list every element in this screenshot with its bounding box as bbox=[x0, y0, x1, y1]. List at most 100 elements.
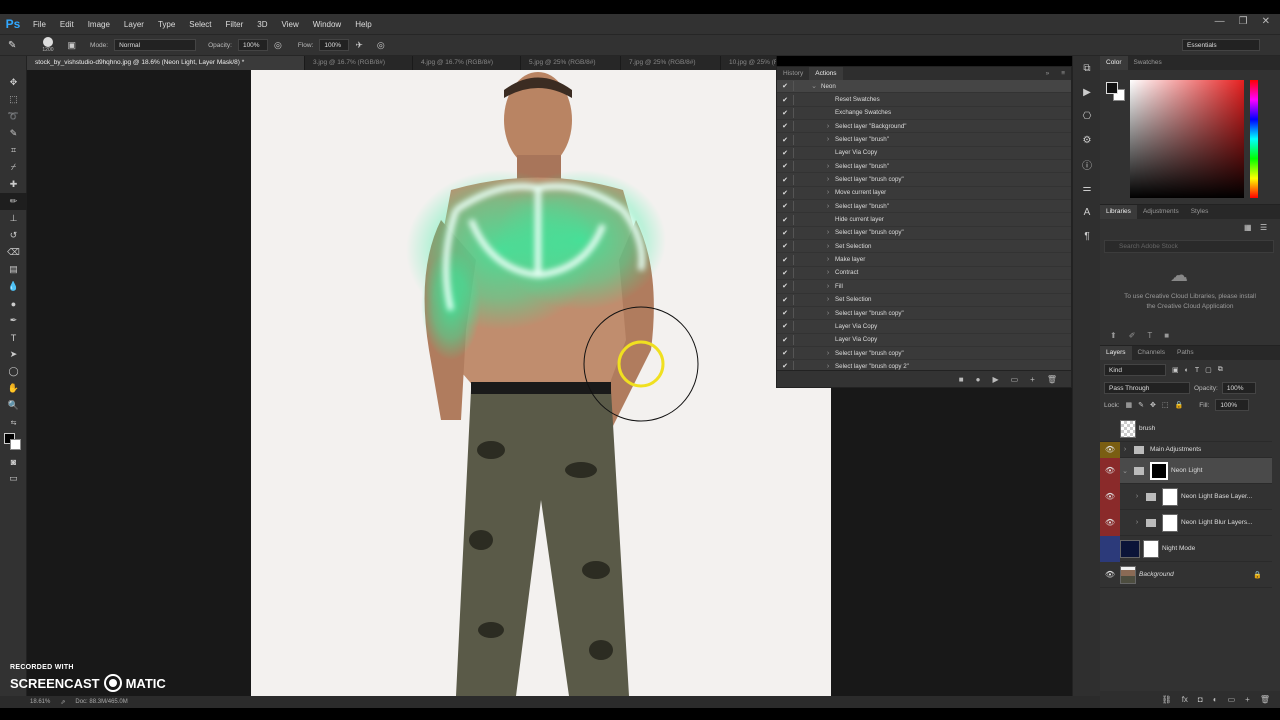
history-brush-tool-icon[interactable]: ↺ bbox=[0, 227, 27, 244]
tab-channels[interactable]: Channels bbox=[1132, 346, 1171, 360]
check-icon[interactable]: ✔ bbox=[777, 229, 793, 237]
tab-swatches[interactable]: Swatches bbox=[1128, 56, 1168, 70]
chevron-right-icon[interactable]: › bbox=[821, 229, 835, 236]
action-item[interactable]: ✔ › Set Selection bbox=[777, 240, 1071, 254]
chevron-down-icon[interactable]: ⌄ bbox=[807, 82, 821, 90]
add-content-icon[interactable]: ⬆ bbox=[1110, 331, 1117, 340]
visibility-off[interactable] bbox=[1100, 535, 1120, 562]
filter-type-icon[interactable]: T bbox=[1195, 367, 1199, 374]
layer-row-background[interactable]: 👁 Background 🔒 bbox=[1100, 562, 1272, 588]
gradient-tool-icon[interactable]: ▤ bbox=[0, 261, 27, 278]
new-set-icon[interactable]: ▭ bbox=[1011, 375, 1019, 384]
check-icon[interactable]: ✔ bbox=[777, 96, 793, 104]
lock-position-icon[interactable]: ✥ bbox=[1150, 401, 1156, 409]
new-layer-icon[interactable]: + bbox=[1245, 695, 1250, 704]
action-item[interactable]: ✔ › Make layer bbox=[777, 253, 1071, 267]
check-icon[interactable]: ✔ bbox=[777, 362, 793, 370]
chevron-down-icon[interactable]: ⌄ bbox=[1120, 467, 1130, 475]
visibility-off[interactable] bbox=[1100, 416, 1120, 442]
close-icon[interactable]: ✕ bbox=[1262, 16, 1270, 27]
default-colors-icon[interactable]: ⇆ bbox=[0, 414, 27, 431]
action-item[interactable]: ✔ Layer Via Copy bbox=[777, 320, 1071, 334]
action-item[interactable]: ✔ › Select layer "brush copy" bbox=[777, 307, 1071, 321]
action-item[interactable]: ✔ › Select layer "brush copy 2" bbox=[777, 360, 1071, 370]
layer-row-night-mode[interactable]: Night Mode bbox=[1100, 535, 1272, 562]
layer-row-neon-base[interactable]: 👁 › Neon Light Base Layer... bbox=[1100, 483, 1272, 510]
new-group-icon[interactable]: ▭ bbox=[1228, 695, 1236, 704]
check-icon[interactable]: ✔ bbox=[777, 136, 793, 144]
eye-icon[interactable]: 👁 bbox=[1100, 509, 1120, 536]
color-picker-field[interactable] bbox=[1130, 80, 1244, 198]
tab-history[interactable]: History bbox=[777, 67, 809, 80]
crop-tool-icon[interactable]: ⌗ bbox=[0, 142, 27, 159]
adjustments-icon[interactable]: ⚙ bbox=[1073, 128, 1101, 152]
record-icon[interactable]: ● bbox=[976, 375, 981, 384]
menu-help[interactable]: Help bbox=[348, 20, 378, 29]
history-icon[interactable]: ⧉ bbox=[1073, 56, 1101, 80]
new-adjustment-icon[interactable]: ◐ bbox=[1213, 695, 1218, 704]
marquee-tool-icon[interactable]: ⬚ bbox=[0, 91, 27, 108]
layer-fill-field[interactable]: 100% bbox=[1215, 399, 1250, 411]
filter-shape-icon[interactable]: ▢ bbox=[1205, 366, 1212, 374]
check-icon[interactable]: ✔ bbox=[777, 109, 793, 117]
blend-mode-select[interactable]: Pass Through bbox=[1104, 382, 1190, 394]
link-layers-icon[interactable]: ⛓ bbox=[1162, 695, 1172, 704]
check-icon[interactable]: ✔ bbox=[777, 309, 793, 317]
check-icon[interactable]: ✔ bbox=[777, 149, 793, 157]
eye-icon[interactable]: 👁 bbox=[1100, 562, 1120, 588]
check-icon[interactable]: ✔ bbox=[777, 282, 793, 290]
move-tool-icon[interactable]: ✥ bbox=[0, 74, 27, 91]
check-icon[interactable]: ✔ bbox=[777, 336, 793, 344]
doc-tab[interactable]: 4.jpg @ 16.7% (RGB/8#) bbox=[413, 56, 521, 70]
check-icon[interactable]: ✔ bbox=[777, 296, 793, 304]
action-item[interactable]: ✔ › Fill bbox=[777, 280, 1071, 294]
minimize-icon[interactable]: — bbox=[1215, 16, 1225, 27]
doc-tab[interactable]: 7.jpg @ 25% (RGB/8#) bbox=[621, 56, 721, 70]
action-item[interactable]: ✔ › Select layer "brush copy" bbox=[777, 227, 1071, 241]
panel-menu-icon[interactable]: ≡ bbox=[1055, 67, 1071, 80]
layer-mask-thumbnail[interactable] bbox=[1162, 487, 1178, 506]
action-item[interactable]: ✔ › Select layer "brush copy" bbox=[777, 173, 1071, 187]
actions-play-icon[interactable]: ▶ bbox=[1073, 80, 1101, 104]
check-icon[interactable]: ✔ bbox=[777, 242, 793, 250]
action-item[interactable]: ✔ › Contract bbox=[777, 267, 1071, 281]
layer-mask-thumbnail[interactable] bbox=[1162, 513, 1178, 532]
brush-tool-icon[interactable]: ✏ bbox=[0, 193, 27, 210]
menu-3d[interactable]: 3D bbox=[250, 20, 274, 29]
flow-field[interactable]: 100% bbox=[319, 39, 350, 51]
layer-opacity-field[interactable]: 100% bbox=[1221, 382, 1256, 394]
chevron-right-icon[interactable]: › bbox=[1132, 519, 1142, 526]
chevron-right-icon[interactable]: › bbox=[821, 296, 835, 303]
lock-pixels-icon[interactable]: ✎ bbox=[1138, 401, 1144, 409]
brush-tool-icon[interactable]: ✎ bbox=[8, 40, 16, 51]
hue-slider[interactable] bbox=[1250, 80, 1258, 198]
type-tool-icon[interactable]: T bbox=[0, 329, 27, 346]
add-text-icon[interactable]: T bbox=[1147, 331, 1152, 340]
tab-color[interactable]: Color bbox=[1100, 56, 1128, 70]
list-view-icon[interactable]: ☰ bbox=[1260, 223, 1267, 232]
layer-mask-thumbnail[interactable] bbox=[1150, 461, 1168, 480]
dodge-tool-icon[interactable]: ● bbox=[0, 295, 27, 312]
check-icon[interactable]: ✔ bbox=[777, 122, 793, 130]
mode-select[interactable]: Normal bbox=[114, 39, 197, 51]
doc-tab[interactable]: 3.jpg @ 16.7% (RGB/8#) bbox=[305, 56, 413, 70]
path-select-tool-icon[interactable]: ➤ bbox=[0, 346, 27, 363]
library-search-input[interactable]: Search Adobe Stock bbox=[1104, 240, 1274, 253]
menu-edit[interactable]: Edit bbox=[53, 20, 81, 29]
check-icon[interactable]: ✔ bbox=[777, 256, 793, 264]
layer-row-main-adjustments[interactable]: 👁 › Main Adjustments bbox=[1100, 441, 1272, 458]
layer-row-brush[interactable]: brush bbox=[1100, 416, 1272, 442]
eye-icon[interactable]: 👁 bbox=[1100, 457, 1120, 484]
restore-icon[interactable]: ❐ bbox=[1239, 16, 1248, 27]
hand-tool-icon[interactable]: ✋ bbox=[0, 380, 27, 397]
action-item[interactable]: ✔ Exchange Swatches bbox=[777, 107, 1071, 121]
chevron-right-icon[interactable]: › bbox=[821, 123, 835, 130]
zoom-tool-icon[interactable]: 🔍 bbox=[0, 397, 27, 414]
action-item[interactable]: ✔ › Select layer "brush" bbox=[777, 160, 1071, 174]
action-item[interactable]: ✔ Layer Via Copy bbox=[777, 147, 1071, 161]
eye-icon[interactable]: 👁 bbox=[1100, 441, 1120, 458]
menu-select[interactable]: Select bbox=[182, 20, 218, 29]
tab-paths[interactable]: Paths bbox=[1171, 346, 1200, 360]
character-icon[interactable]: A bbox=[1073, 200, 1101, 224]
foreground-color[interactable] bbox=[1106, 82, 1118, 94]
